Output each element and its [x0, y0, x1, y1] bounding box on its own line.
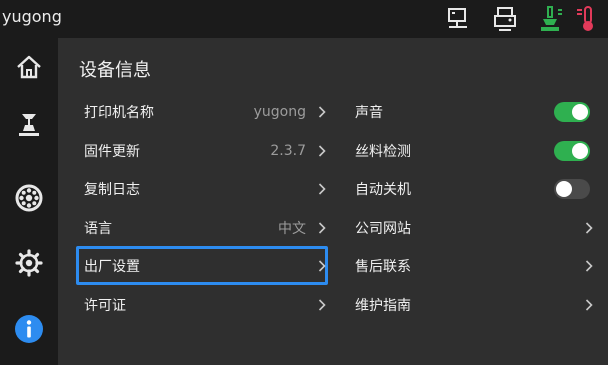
row-value: 2.3.7 [270, 143, 306, 159]
chevron-right-icon [585, 260, 593, 272]
auto-shutdown-toggle[interactable] [554, 179, 590, 199]
row-language[interactable]: 语言 中文 [84, 211, 328, 245]
chevron-right-icon [318, 106, 326, 118]
chevron-right-icon [585, 222, 593, 234]
row-label: 出厂设置 [84, 259, 140, 275]
chevron-right-icon [318, 222, 326, 234]
nav-print[interactable] [0, 98, 58, 156]
network-icon[interactable] [445, 5, 473, 33]
sound-toggle[interactable] [554, 102, 590, 122]
settings-icon [14, 248, 44, 282]
toggle-knob [556, 181, 572, 197]
row-maintenance-guide[interactable]: 维护指南 [355, 288, 595, 322]
row-label: 复制日志 [84, 182, 140, 198]
row-factory-reset[interactable]: 出厂设置 [84, 249, 328, 283]
toggle-knob [572, 143, 588, 159]
row-label: 自动关机 [355, 182, 411, 198]
row-filament-detection: 丝料检测 [355, 134, 595, 168]
toggle-knob [572, 104, 588, 120]
row-value: yugong [253, 104, 306, 120]
nav-settings[interactable] [0, 236, 58, 294]
page-title: 设备信息 [79, 60, 151, 81]
row-label: 固件更新 [84, 144, 140, 160]
row-label: 声音 [355, 105, 383, 121]
filament-detection-toggle[interactable] [554, 141, 590, 161]
nozzle-temperature-icon[interactable] [537, 5, 565, 33]
chevron-right-icon [318, 260, 326, 272]
chevron-right-icon [318, 183, 326, 195]
row-label: 打印机名称 [84, 105, 154, 121]
row-license[interactable]: 许可证 [84, 288, 328, 322]
nav-home[interactable] [0, 40, 58, 98]
row-firmware-update[interactable]: 固件更新 2.3.7 [84, 134, 328, 168]
info-icon [13, 313, 45, 349]
row-label: 售后联系 [355, 259, 411, 275]
row-label: 许可证 [84, 298, 126, 314]
nav-filament[interactable] [0, 171, 58, 229]
nav-info[interactable] [0, 302, 58, 360]
printer-icon[interactable] [491, 5, 519, 33]
row-after-sales[interactable]: 售后联系 [355, 249, 595, 283]
sidebar [0, 38, 58, 365]
row-label: 公司网站 [355, 221, 411, 237]
row-sound: 声音 [355, 95, 595, 129]
home-icon [14, 52, 44, 86]
row-label: 维护指南 [355, 298, 411, 314]
main-panel: 设备信息 打印机名称 yugong 固件更新 2.3.7 复制日志 语言 中文 … [58, 38, 608, 365]
chevron-right-icon [318, 299, 326, 311]
print-icon [14, 110, 44, 144]
row-label: 丝料检测 [355, 144, 411, 160]
filament-icon [13, 182, 45, 218]
top-bar: yugong [0, 0, 608, 38]
chevron-right-icon [318, 145, 326, 157]
row-value: 中文 [278, 221, 306, 237]
app-name: yugong [2, 7, 62, 26]
chevron-right-icon [585, 299, 593, 311]
row-company-website[interactable]: 公司网站 [355, 211, 595, 245]
row-label: 语言 [84, 221, 112, 237]
row-copy-log[interactable]: 复制日志 [84, 172, 328, 206]
bed-temperature-icon[interactable] [574, 5, 602, 33]
row-printer-name[interactable]: 打印机名称 yugong [84, 95, 328, 129]
row-auto-shutdown: 自动关机 [355, 172, 595, 206]
